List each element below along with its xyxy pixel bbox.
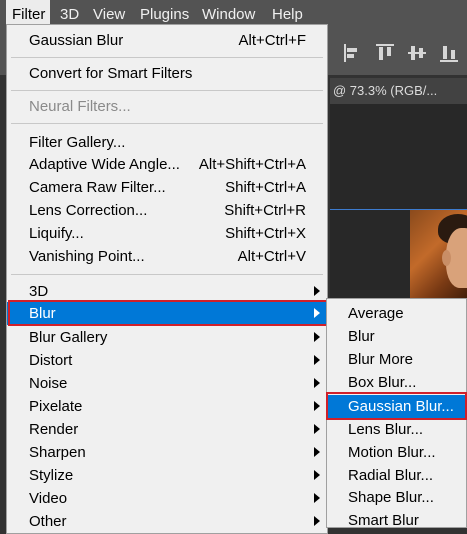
menu-item-label: Stylize xyxy=(29,467,74,484)
align-vertical-centers-icon[interactable] xyxy=(408,44,426,62)
menu-item-stylize[interactable]: Stylize xyxy=(7,464,327,487)
menu-item-shortcut: Alt+Shift+Ctrl+A xyxy=(198,156,306,173)
menu-separator xyxy=(11,274,323,275)
menu-item-label: Lens Correction... xyxy=(29,202,148,219)
submenu-arrow-icon xyxy=(314,424,320,434)
annotation-highlight-box xyxy=(326,392,467,420)
menu-item-label: Sharpen xyxy=(29,444,86,461)
menu-item-vanishing-point[interactable]: Vanishing Point... Alt+Ctrl+V xyxy=(7,245,327,268)
menu-separator xyxy=(11,90,323,91)
submenu-arrow-icon xyxy=(314,286,320,296)
menu-item-label: Vanishing Point... xyxy=(29,248,145,265)
menu-item-camera-raw-filter[interactable]: Camera Raw Filter... Shift+Ctrl+A xyxy=(7,176,327,199)
submenu-item-blur[interactable]: Blur xyxy=(327,325,466,348)
menu-item-label: Motion Blur... xyxy=(348,444,436,461)
menu-item-label: Pixelate xyxy=(29,398,83,415)
menu-item-shortcut: Shift+Ctrl+X xyxy=(225,225,306,242)
submenu-item-lens-blur[interactable]: Lens Blur... xyxy=(327,418,466,441)
submenu-arrow-icon xyxy=(314,332,320,342)
submenu-item-shape-blur[interactable]: Shape Blur... xyxy=(327,486,466,509)
canvas-photo xyxy=(410,210,467,305)
menu-item-label: Box Blur... xyxy=(348,374,417,391)
align-bottom-edges-icon[interactable] xyxy=(440,44,458,62)
menu-item-label: Blur xyxy=(348,328,375,345)
menu-item-label: Convert for Smart Filters xyxy=(29,65,193,82)
annotation-highlight-box xyxy=(8,300,328,326)
menu-item-label: Radial Blur... xyxy=(348,467,434,484)
submenu-item-motion-blur[interactable]: Motion Blur... xyxy=(327,441,466,464)
menu-item-render[interactable]: Render xyxy=(7,418,327,441)
submenu-item-smart-blur[interactable]: Smart Blur xyxy=(327,509,466,532)
menu-item-sharpen[interactable]: Sharpen xyxy=(7,441,327,464)
submenu-item-blur-more[interactable]: Blur More xyxy=(327,348,466,371)
menu-item-blur-gallery[interactable]: Blur Gallery xyxy=(7,326,327,349)
menu-item-video[interactable]: Video xyxy=(7,487,327,510)
menu-item-label: Noise xyxy=(29,375,68,392)
photo-ear xyxy=(442,250,451,266)
menu-item-label: Video xyxy=(29,490,68,507)
menu-item-label: Lens Blur... xyxy=(348,421,424,438)
menu-item-last-filter[interactable]: Gaussian Blur Alt+Ctrl+F xyxy=(7,29,327,52)
menu-item-label: Filter Gallery... xyxy=(29,134,126,151)
menu-item-label: Smart Blur xyxy=(348,512,419,529)
menu-item-liquify[interactable]: Liquify... Shift+Ctrl+X xyxy=(7,222,327,245)
menu-item-label: Distort xyxy=(29,352,73,369)
submenu-arrow-icon xyxy=(314,355,320,365)
submenu-arrow-icon xyxy=(314,470,320,480)
menu-item-label: Average xyxy=(348,305,404,322)
menu-item-shortcut: Alt+Ctrl+F xyxy=(238,32,306,49)
menu-item-shortcut: Alt+Ctrl+V xyxy=(237,248,306,265)
menu-item-convert-smart-filters[interactable]: Convert for Smart Filters xyxy=(7,62,327,85)
menu-item-shortcut: Shift+Ctrl+R xyxy=(224,202,306,219)
submenu-arrow-icon xyxy=(314,493,320,503)
menu-item-label: Adaptive Wide Angle... xyxy=(29,156,180,173)
submenu-arrow-icon xyxy=(314,516,320,526)
menu-item-label: Gaussian Blur xyxy=(29,32,124,49)
align-left-edges-icon[interactable] xyxy=(344,44,362,62)
menu-separator xyxy=(11,57,323,58)
menu-item-label: Neural Filters... xyxy=(29,98,131,115)
filter-menu: Gaussian Blur Alt+Ctrl+F Convert for Sma… xyxy=(6,24,328,534)
menu-item-label: Liquify... xyxy=(29,225,84,242)
menu-item-filter-gallery[interactable]: Filter Gallery... xyxy=(7,131,327,154)
submenu-arrow-icon xyxy=(314,401,320,411)
menu-item-adaptive-wide-angle[interactable]: Adaptive Wide Angle... Alt+Shift+Ctrl+A xyxy=(7,153,327,176)
menu-item-label: Other xyxy=(29,513,67,530)
submenu-arrow-icon xyxy=(314,447,320,457)
submenu-item-radial-blur[interactable]: Radial Blur... xyxy=(327,464,466,487)
blur-submenu: Average Blur Blur More Box Blur... Gauss… xyxy=(326,298,467,529)
menu-item-label: Blur Gallery xyxy=(29,329,108,346)
menu-item-neural-filters: Neural Filters... xyxy=(7,95,327,118)
menu-item-label: Render xyxy=(29,421,79,438)
menu-item-distort[interactable]: Distort xyxy=(7,349,327,372)
menu-item-label: Camera Raw Filter... xyxy=(29,179,166,196)
menu-item-label: Blur More xyxy=(348,351,414,368)
menu-item-noise[interactable]: Noise xyxy=(7,372,327,395)
submenu-item-average[interactable]: Average xyxy=(327,302,466,325)
menu-item-shortcut: Shift+Ctrl+A xyxy=(225,179,306,196)
align-top-edges-icon[interactable] xyxy=(376,44,394,62)
menu-item-pixelate[interactable]: Pixelate xyxy=(7,395,327,418)
menu-item-label: Shape Blur... xyxy=(348,489,434,506)
menu-item-other[interactable]: Other xyxy=(7,510,327,533)
document-tab[interactable]: @ 73.3% (RGB/... xyxy=(330,78,467,104)
submenu-item-box-blur[interactable]: Box Blur... xyxy=(327,371,466,394)
submenu-arrow-icon xyxy=(314,378,320,388)
menu-item-lens-correction[interactable]: Lens Correction... Shift+Ctrl+R xyxy=(7,199,327,222)
menu-separator xyxy=(11,123,323,124)
